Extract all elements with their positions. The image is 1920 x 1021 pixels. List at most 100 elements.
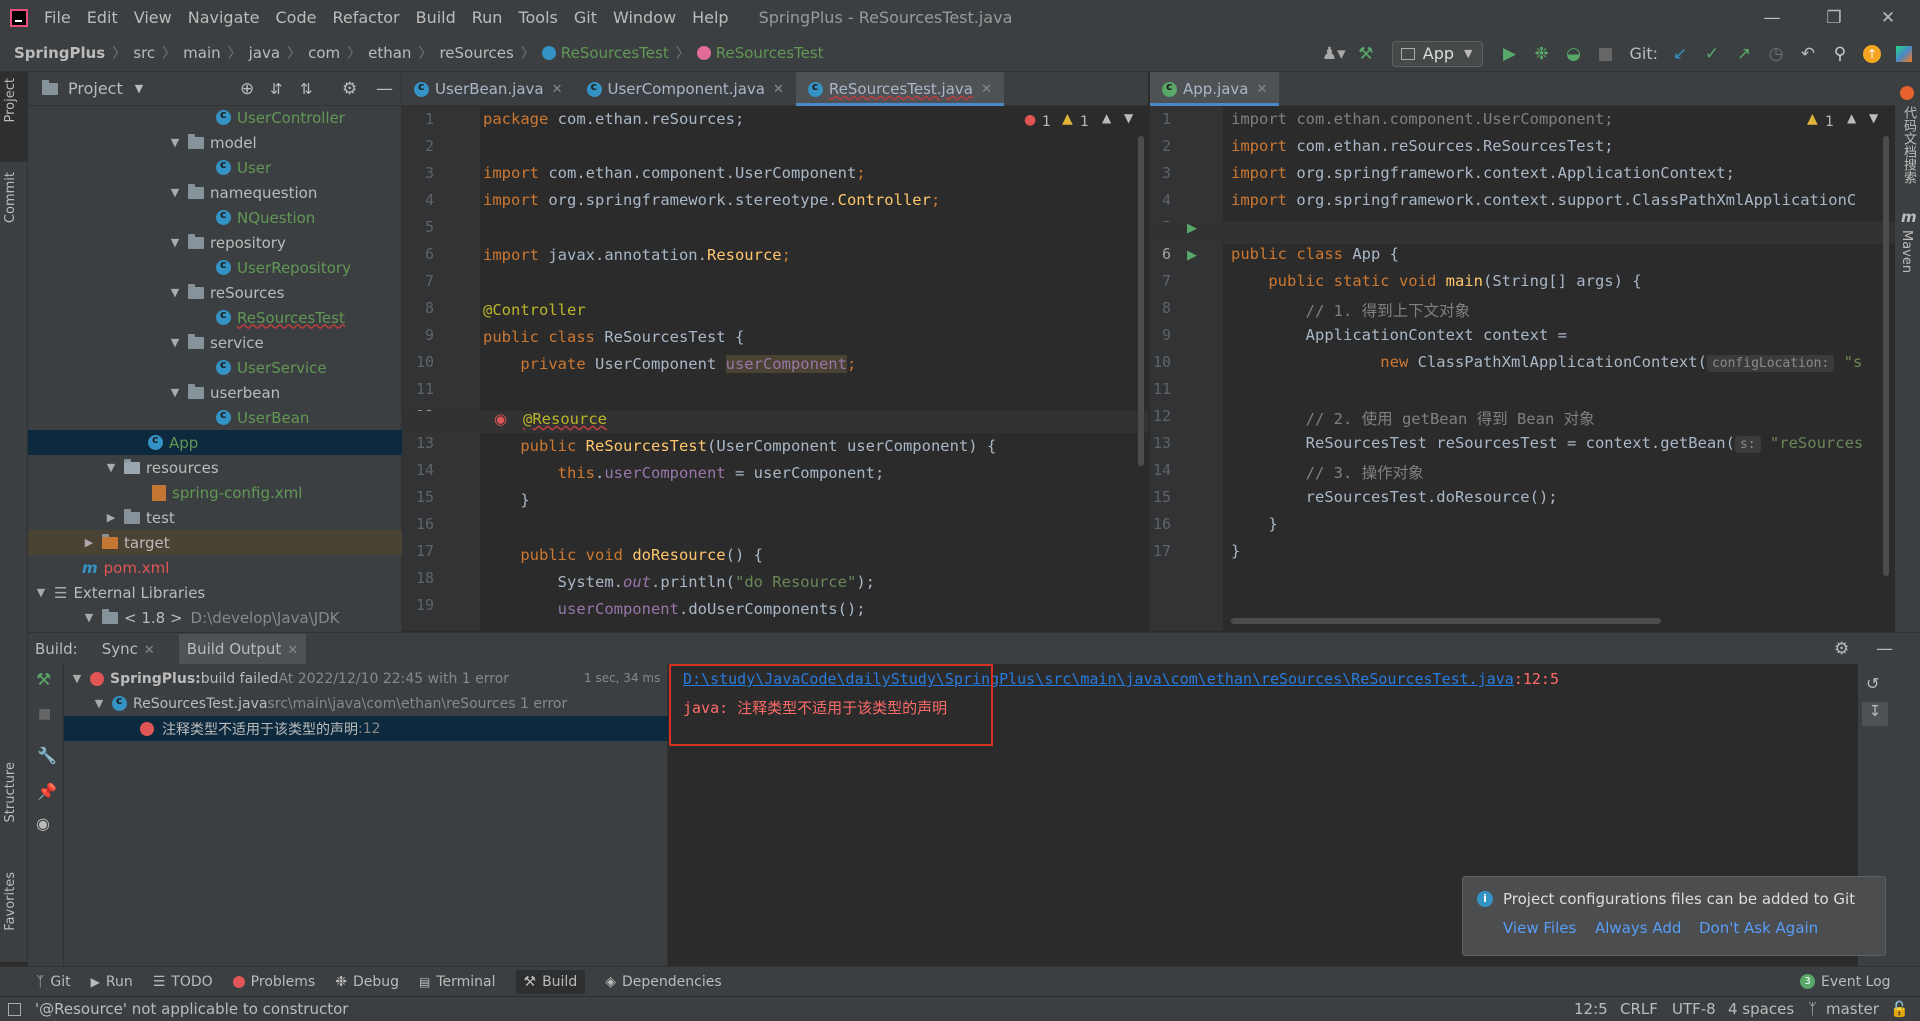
user-dropdown-icon[interactable]: ♟▾ [1320, 40, 1348, 68]
view-files-link[interactable]: View Files [1503, 919, 1576, 937]
wrench-icon[interactable]: 🔧 [37, 746, 57, 765]
locate-icon[interactable]: ⊕ [240, 79, 254, 99]
breadcrumb-class[interactable]: ReSourcesTest [561, 44, 669, 62]
restore-icon[interactable]: ❐ [1808, 0, 1860, 35]
chevron-down-icon[interactable]: ▼ [92, 697, 106, 710]
menu-view[interactable]: View [126, 0, 180, 35]
tool-tab-git[interactable]: ᛉ Git [36, 974, 71, 990]
chevron-down-icon[interactable]: ▼ [168, 286, 182, 299]
menu-file[interactable]: File [36, 0, 79, 35]
soft-wrap-icon[interactable]: ↺ [1866, 674, 1879, 693]
tool-tab-commit[interactable]: Commit [3, 172, 18, 223]
scroll-to-end-icon[interactable]: ↧ [1862, 702, 1888, 726]
chevron-down-icon[interactable]: ▼ [168, 336, 182, 349]
collapse-all-icon[interactable]: ⇅ [300, 80, 313, 98]
build-hammer-icon[interactable]: ⚒ [36, 670, 51, 690]
run-gutter-icon[interactable]: ▶ [1187, 248, 1197, 263]
chevron-down-icon[interactable]: ▼ [168, 386, 182, 399]
gear-icon[interactable]: ⚙ [342, 79, 357, 99]
next-highlight-icon[interactable]: ▼ [1124, 111, 1133, 125]
chevron-down-icon[interactable]: ▼ [82, 611, 96, 624]
menu-edit[interactable]: Edit [79, 0, 126, 35]
menu-tools[interactable]: Tools [510, 0, 565, 35]
stop-icon[interactable]: ■ [38, 706, 51, 722]
chevron-down-icon[interactable]: ▼ [168, 236, 182, 249]
chevron-down-icon[interactable]: ▼ [104, 461, 118, 474]
tool-tab-plugin[interactable]: 代码文档搜索 [1899, 106, 1918, 184]
tool-tab-run[interactable]: ▶ Run [91, 974, 133, 990]
previous-highlight-icon[interactable]: ▲ [1102, 111, 1111, 125]
event-log[interactable]: 3 Event Log [1800, 974, 1891, 990]
chevron-right-icon[interactable]: ▶ [82, 536, 96, 549]
eye-icon[interactable]: ◉ [36, 814, 50, 833]
tool-tab-todo[interactable]: ☰ TODO [153, 974, 213, 990]
tab-build-output[interactable]: Build Output ✕ [178, 633, 307, 664]
lock-icon[interactable]: 🔓 [1890, 1000, 1909, 1018]
tree-item[interactable]: UserService [216, 355, 327, 380]
build-file[interactable]: ▼ ReSourcesTest.java src\main\java\com\e… [92, 691, 568, 716]
tree-item[interactable]: ReSourcesTest [216, 305, 345, 330]
chevron-right-icon[interactable]: ▶ [104, 511, 118, 524]
tree-item[interactable]: ▶ target [28, 530, 402, 555]
tree-item[interactable]: ▼ userbean [168, 380, 280, 405]
jetbrains-toolbox-icon[interactable] [1890, 40, 1918, 68]
chevron-down-icon[interactable]: ▼ [70, 672, 84, 685]
next-highlight-icon[interactable]: ▼ [1869, 111, 1878, 125]
tab-userbean[interactable]: UserBean.java ✕ [402, 72, 575, 106]
tab-app[interactable]: App.java ✕ [1150, 72, 1280, 106]
code-editor-left[interactable]: 12345678910111213141516171819 ● 1 ▲ 1 ▲ … [402, 106, 1148, 631]
breadcrumb-ethan[interactable]: ethan [368, 44, 411, 62]
menu-help[interactable]: Help [684, 0, 736, 35]
run-icon[interactable]: ▶ [1495, 40, 1523, 68]
indent-setting[interactable]: 4 spaces [1728, 1000, 1794, 1018]
search-icon[interactable]: ⚲ [1826, 40, 1854, 68]
close-tab-icon[interactable]: ✕ [287, 643, 298, 658]
tree-item[interactable]: ▼ < 1.8 > D:\develop\Java\JDK [82, 605, 340, 630]
close-tab-icon[interactable]: ✕ [981, 82, 992, 97]
tree-item[interactable]: ▼ repository [168, 230, 286, 255]
git-update-icon[interactable]: ↙ [1666, 40, 1694, 68]
tree-item[interactable]: User [216, 155, 271, 180]
tool-tab-problems[interactable]: Problems [232, 974, 315, 990]
pin-icon[interactable]: 📌 [37, 782, 57, 801]
menu-window[interactable]: Window [605, 0, 684, 35]
tab-usercomponent[interactable]: UserComponent.java ✕ [575, 72, 796, 106]
hide-panel-icon[interactable]: — [376, 79, 393, 99]
tree-item[interactable]: ▼ ☰ External Libraries [34, 580, 205, 605]
build-error-item[interactable]: 注释类型不适用于该类型的声明 :12 [64, 716, 668, 741]
tab-sync[interactable]: Sync ✕ [102, 640, 155, 658]
project-title[interactable]: Project [68, 79, 123, 98]
chevron-down-icon[interactable]: ▼ [135, 82, 143, 95]
run-gutter-icon[interactable]: ▶ [1187, 221, 1197, 236]
git-push-icon[interactable]: ↗ [1730, 40, 1758, 68]
tool-tab-terminal[interactable]: ▤ Terminal [419, 974, 496, 990]
tree-item[interactable]: UserBean [216, 405, 309, 430]
file-encoding[interactable]: UTF-8 [1672, 1000, 1716, 1018]
chevron-down-icon[interactable]: ▼ [168, 186, 182, 199]
caret-position[interactable]: 12:5 [1574, 1000, 1608, 1018]
tree-item[interactable]: UserController [216, 106, 345, 130]
debug-icon[interactable]: ❉ [1527, 40, 1555, 68]
dont-ask-again-link[interactable]: Don't Ask Again [1699, 919, 1818, 937]
horizontal-scrollbar[interactable] [1231, 618, 1661, 624]
tool-tab-structure[interactable]: Structure [3, 762, 18, 822]
breadcrumb-src[interactable]: src [133, 44, 155, 62]
git-commit-icon[interactable]: ✓ [1698, 40, 1726, 68]
hide-panel-icon[interactable]: — [1876, 639, 1893, 659]
tree-item[interactable]: m pom.xml [82, 555, 169, 580]
tree-item[interactable]: ▶ test [104, 505, 175, 530]
expand-all-icon[interactable]: ⇵ [270, 80, 283, 98]
git-history-icon[interactable]: ◷ [1762, 40, 1790, 68]
always-add-link[interactable]: Always Add [1595, 919, 1681, 937]
breadcrumb-com[interactable]: com [308, 44, 340, 62]
tool-tab-debug[interactable]: ❉ Debug [335, 974, 399, 990]
tree-item[interactable]: NQuestion [216, 205, 315, 230]
tab-resourcestest[interactable]: ReSourcesTest.java ✕ [795, 72, 1004, 106]
build-hammer-icon[interactable]: ⚒ [1352, 40, 1380, 68]
tree-item[interactable]: ▼ namequestion [168, 180, 317, 205]
line-separator[interactable]: CRLF [1620, 1000, 1658, 1018]
editor-scrollbar[interactable] [1138, 136, 1144, 466]
tree-item[interactable]: ▼ resources [104, 455, 219, 480]
editor-scrollbar[interactable] [1883, 136, 1889, 576]
update-icon[interactable]: ↑ [1858, 40, 1886, 68]
